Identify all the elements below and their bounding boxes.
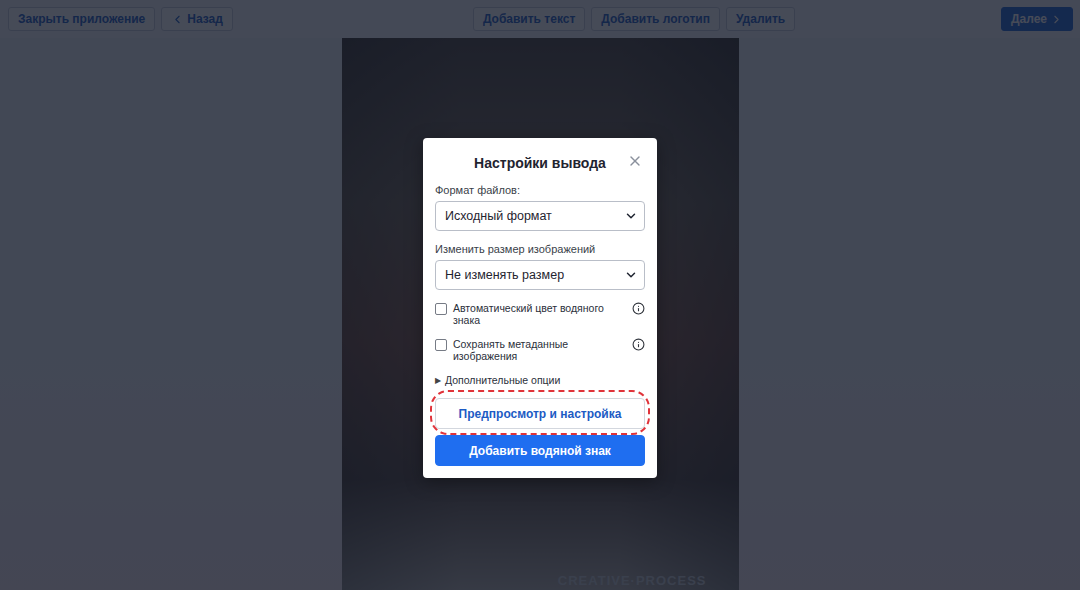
close-button[interactable] [627,153,643,169]
output-settings-dialog: Настройки вывода Формат файлов: Исходный ф… [423,138,657,478]
app-page: Закрыть приложениеНазадДобавить текстДоб… [0,0,1080,590]
field-label: Изменить размер изображений [435,243,645,255]
select-field: Формат файлов: Исходный формат [435,184,645,243]
checkbox-row[interactable]: Сохранять метаданные изображения [435,338,645,362]
select-field: Изменить размер изображений Не изменять р… [435,243,645,302]
close-icon [627,153,643,169]
highlight-annotation [430,390,650,435]
dropdown-arrow-icon [624,268,638,282]
advanced-options-toggle[interactable]: ▶Дополнительные опции [435,374,645,386]
checkbox[interactable] [435,339,447,351]
checkbox-row[interactable]: Автоматический цвет водяного знака [435,302,645,326]
preview-button[interactable]: Предпросмотр и настройка [435,398,645,429]
caret: ▶ [435,376,441,385]
select-box[interactable]: Исходный формат [435,201,645,231]
dropdown-arrow-icon [624,209,638,223]
select-box[interactable]: Не изменять размер [435,260,645,290]
checkbox-label: Сохранять метаданные изображения [453,338,626,362]
dialog-title: Настройки вывода [474,155,606,171]
modal-backdrop: Настройки вывода Формат файлов: Исходный ф… [0,0,1080,590]
dialog-header: Настройки вывода [435,152,645,174]
checkbox-label: Автоматический цвет водяного знака [453,302,626,326]
info-icon[interactable] [632,302,645,315]
field-label: Формат файлов: [435,184,645,196]
add-watermark-button[interactable]: Добавить водяной знак [435,435,645,466]
checkbox[interactable] [435,303,447,315]
info-icon[interactable] [632,338,645,351]
preview-button-wrap: Предпросмотр и настройка [435,398,645,429]
